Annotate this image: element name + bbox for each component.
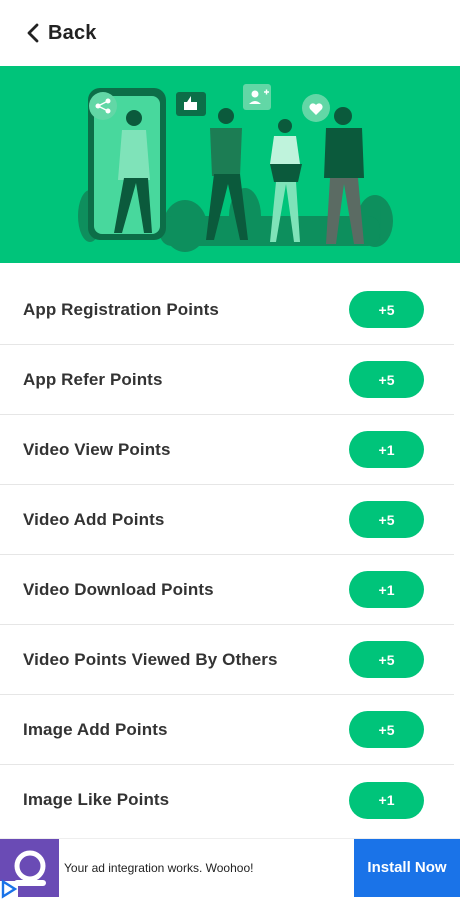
ad-choices-icon[interactable] xyxy=(0,878,18,899)
points-value-badge[interactable]: +5 xyxy=(349,361,424,398)
points-value-badge[interactable]: +5 xyxy=(349,711,424,748)
thumbs-up-icon xyxy=(176,92,206,116)
points-value-badge[interactable]: +5 xyxy=(349,641,424,678)
chevron-left-icon xyxy=(27,23,39,43)
points-list: App Registration Points +5 App Refer Point… xyxy=(0,275,460,835)
points-value-badge[interactable]: +5 xyxy=(349,501,424,538)
hero-illustration xyxy=(0,66,460,263)
points-row: Video Add Points +5 xyxy=(0,485,454,555)
back-button[interactable]: Back xyxy=(26,22,97,45)
header: Back xyxy=(0,0,460,66)
points-row-label: Video View Points xyxy=(23,439,171,459)
points-row: Video Download Points +1 xyxy=(0,555,454,625)
points-row-label: Image Like Points xyxy=(23,790,170,809)
ad-banner[interactable]: Your ad integration works. Woohoo! Insta… xyxy=(0,838,460,899)
ad-text: Your ad integration works. Woohoo! xyxy=(64,860,254,875)
points-row-label: App Registration Points xyxy=(23,299,219,319)
points-row: Image Like Points +1 xyxy=(0,765,454,835)
points-row: App Refer Points +5 xyxy=(0,345,454,415)
points-row-label: Image Add Points xyxy=(23,719,168,739)
points-value-badge[interactable]: +1 xyxy=(349,431,424,468)
heart-icon xyxy=(302,94,330,122)
points-value-badge[interactable]: +5 xyxy=(349,291,424,328)
share-icon xyxy=(89,92,117,120)
points-row-label: Video Download Points xyxy=(23,579,214,599)
points-row: Video View Points +1 xyxy=(0,415,454,485)
points-row-label: App Refer Points xyxy=(23,369,163,389)
ad-logo xyxy=(0,838,59,899)
add-user-icon xyxy=(243,84,271,110)
points-row: Video Points Viewed By Others +5 xyxy=(0,625,454,695)
points-row: Image Add Points +5 xyxy=(0,695,454,765)
points-row-label: Video Points Viewed By Others xyxy=(23,649,278,669)
points-row-label: Video Add Points xyxy=(23,509,165,529)
points-row: App Registration Points +5 xyxy=(0,275,454,345)
install-now-button[interactable]: Install Now xyxy=(354,838,460,897)
points-value-badge[interactable]: +1 xyxy=(349,781,424,819)
points-value-badge[interactable]: +1 xyxy=(349,571,424,608)
back-label: Back xyxy=(48,21,97,44)
